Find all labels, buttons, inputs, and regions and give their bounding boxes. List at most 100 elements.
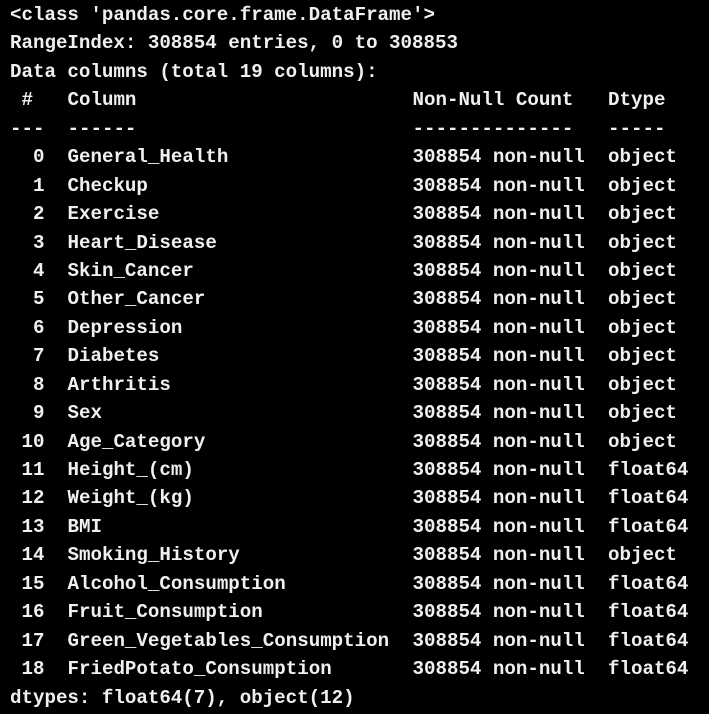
row-non-null-count: 308854 non-null (412, 544, 585, 567)
row-dtype: object (608, 288, 677, 311)
row-column-name: Checkup (67, 174, 148, 197)
row-non-null-count: 308854 non-null (412, 203, 585, 226)
row-non-null-count: 308854 non-null (412, 487, 585, 510)
row-index: 16 (21, 601, 45, 624)
table-row: 12 Weight_(kg) 308854 non-null float64 (10, 484, 709, 512)
data-columns-line: Data columns (total 19 columns): (10, 60, 378, 83)
table-rows: 0 General_Health 308854 non-null object 1 Che… (10, 143, 709, 683)
row-dtype: object (608, 174, 677, 197)
table-row: 17 Green_Vegetables_Consumption 308854 non… (10, 627, 709, 655)
table-header-row: # Column Non-Null Count Dtype (10, 86, 709, 114)
table-row: 7 Diabetes 308854 non-null object (10, 342, 709, 370)
row-index: 5 (33, 288, 45, 311)
table-row: 13 BMI 308854 non-null float64 (10, 513, 709, 541)
row-index: 11 (21, 459, 45, 481)
row-column-name: Sex (67, 402, 102, 425)
row-non-null-count: 308854 non-null (412, 316, 585, 339)
table-row: 15 Alcohol_Consumption 308854 non-null floa… (10, 570, 709, 598)
header-non-null-count: Non-Null Count (412, 89, 574, 112)
row-index: 6 (33, 316, 45, 339)
separator-non-null-count: -------------- (412, 117, 574, 140)
table-row: 11 Height_(cm) 308854 non-null float64 (10, 456, 709, 484)
table-row: 10 Age_Category 308854 non-null object (10, 428, 709, 456)
row-index: 13 (21, 515, 45, 538)
row-index: 18 (21, 658, 45, 681)
row-non-null-count: 308854 non-null (412, 629, 585, 652)
row-column-name: Arthritis (67, 373, 171, 396)
row-dtype: object (608, 345, 677, 368)
table-separator-row: --- ------ -------------- ----- (10, 115, 709, 143)
row-non-null-count: 308854 non-null (412, 430, 585, 453)
table-row: 14 Smoking_History 308854 non-null object (10, 541, 709, 569)
row-dtype: object (608, 203, 677, 226)
row-dtype: object (608, 402, 677, 425)
table-row: 4 Skin_Cancer 308854 non-null object (10, 257, 709, 285)
row-non-null-count: 308854 non-null (412, 658, 585, 681)
row-index: 14 (21, 544, 45, 567)
row-non-null-count: 308854 non-null (412, 259, 585, 282)
row-index: 1 (33, 174, 45, 197)
row-column-name: Smoking_History (67, 544, 240, 567)
class-line: <class 'pandas.core.frame.DataFrame'> (10, 4, 435, 26)
row-dtype: object (608, 373, 677, 396)
row-index: 8 (33, 373, 45, 396)
row-index: 12 (21, 487, 45, 510)
row-dtype: object (608, 146, 677, 169)
row-non-null-count: 308854 non-null (412, 174, 585, 197)
table-row: 18 FriedPotato_Consumption 308854 non-null… (10, 655, 709, 683)
row-dtype: object (608, 316, 677, 339)
row-index: 4 (33, 259, 45, 282)
row-index: 9 (33, 402, 45, 425)
header-column: Column (67, 89, 137, 112)
row-dtype: object (608, 430, 677, 453)
separator-index: --- (10, 117, 45, 140)
table-row: 16 Fruit_Consumption 308854 non-null float6… (10, 598, 709, 626)
row-column-name: Alcohol_Consumption (67, 572, 286, 595)
table-row: 2 Exercise 308854 non-null object (10, 200, 709, 228)
row-column-name: Height_(cm) (67, 459, 194, 481)
row-non-null-count: 308854 non-null (412, 345, 585, 368)
row-non-null-count: 308854 non-null (412, 515, 585, 538)
row-dtype: float64 (608, 459, 689, 481)
row-index: 15 (21, 572, 45, 595)
row-non-null-count: 308854 non-null (412, 146, 585, 169)
table-row: 1 Checkup 308854 non-null object (10, 172, 709, 200)
table-row: 9 Sex 308854 non-null object (10, 399, 709, 427)
row-column-name: Diabetes (67, 345, 160, 368)
row-column-name: Skin_Cancer (67, 259, 194, 282)
row-dtype: float64 (608, 658, 689, 681)
row-index: 17 (21, 629, 45, 652)
row-non-null-count: 308854 non-null (412, 373, 585, 396)
row-non-null-count: 308854 non-null (412, 572, 585, 595)
row-dtype: object (608, 544, 677, 567)
row-non-null-count: 308854 non-null (412, 231, 585, 254)
row-column-name: Green_Vegetables_Consumption (67, 629, 390, 652)
row-column-name: Other_Cancer (67, 288, 206, 311)
header-dtype: Dtype (608, 89, 666, 112)
row-index: 0 (33, 146, 45, 169)
row-non-null-count: 308854 non-null (412, 601, 585, 624)
separator-dtype: ----- (608, 117, 666, 140)
row-column-name: Weight_(kg) (67, 487, 194, 510)
row-index: 3 (33, 231, 45, 254)
row-dtype: float64 (608, 601, 689, 624)
separator-column: ------ (67, 117, 137, 140)
row-index: 10 (21, 430, 45, 453)
table-row: 5 Other_Cancer 308854 non-null object (10, 285, 709, 313)
row-dtype: object (608, 259, 677, 282)
row-column-name: Depression (67, 316, 183, 339)
table-row: 3 Heart_Disease 308854 non-null object (10, 229, 709, 257)
row-dtype: float64 (608, 487, 689, 510)
row-column-name: FriedPotato_Consumption (67, 658, 332, 681)
row-column-name: Age_Category (67, 430, 206, 453)
dtypes-line: dtypes: float64(7), object(12) (10, 686, 355, 709)
header-index: # (21, 89, 34, 112)
row-dtype: float64 (608, 515, 689, 538)
row-non-null-count: 308854 non-null (412, 459, 585, 481)
row-dtype: object (608, 231, 677, 254)
row-index: 7 (33, 345, 45, 368)
row-dtype: float64 (608, 629, 689, 652)
row-column-name: Exercise (67, 203, 160, 226)
row-column-name: Fruit_Consumption (67, 601, 263, 624)
dataframe-info-output: <class 'pandas.core.frame.DataFrame'> Ra… (10, 1, 709, 712)
